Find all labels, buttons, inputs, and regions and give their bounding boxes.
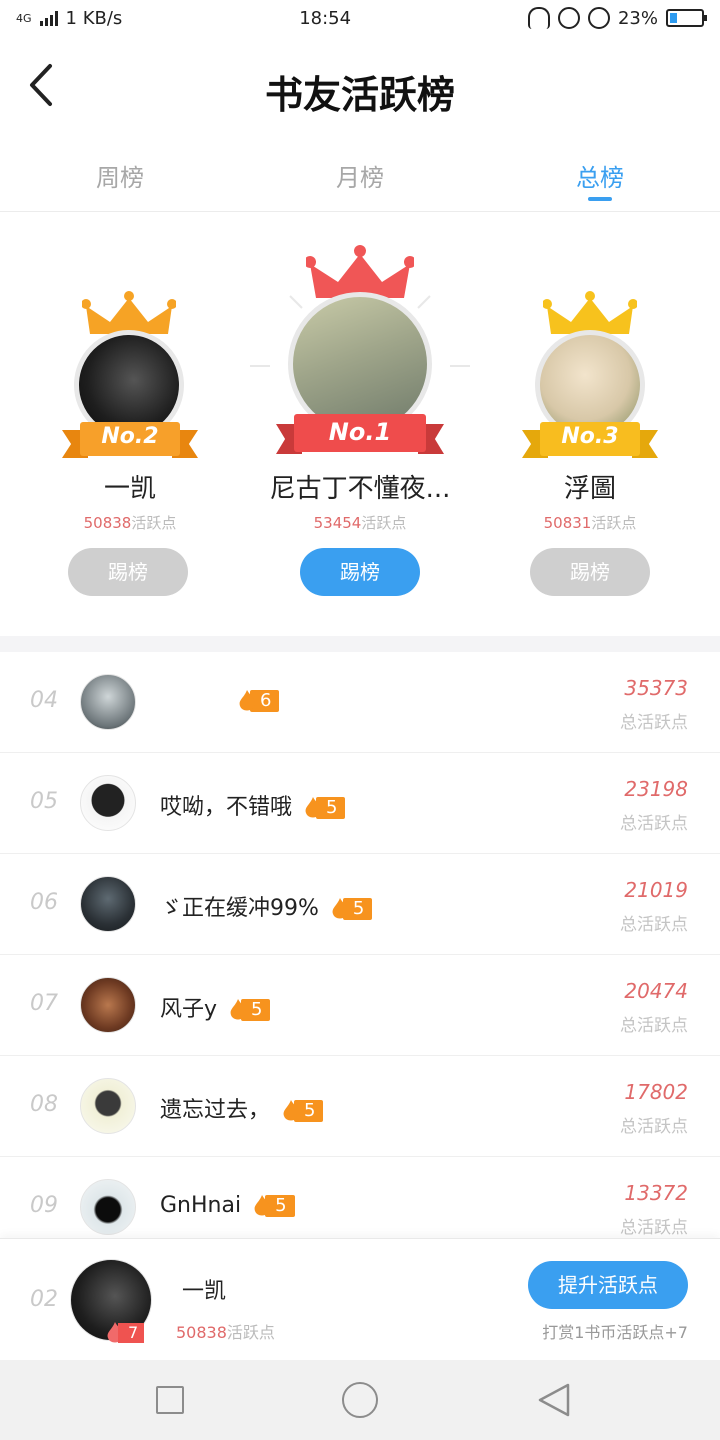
back-triangle-icon[interactable]: [536, 1382, 572, 1418]
list-item[interactable]: 07 风子y 5 20474 总活跃点: [0, 955, 720, 1056]
system-nav-bar: [0, 1360, 720, 1440]
tab-bar: 周榜 月榜 总榜: [0, 150, 720, 212]
podium-name: 一凯: [103, 474, 156, 504]
rank-index: 07: [30, 991, 58, 1016]
recents-button[interactable]: [156, 1386, 184, 1414]
rank-ribbon: No.1: [276, 414, 444, 454]
user-name: 哎呦，不错哦 5: [160, 789, 346, 821]
level-badge: 5: [302, 796, 346, 820]
network-speed: 1 KB/s: [65, 7, 123, 29]
my-points: 50838活跃点: [176, 1323, 275, 1342]
score: 20474: [624, 979, 688, 1003]
my-rank-bar: 02 7 一凯 50838活跃点 提升活跃点 打赏1书币活跃点+7: [0, 1238, 720, 1360]
rank-index: 05: [30, 789, 58, 814]
page: 4G 1 KB/s 18:54 23% 书友活跃榜 周榜 月榜 总榜 No.2 …: [0, 0, 720, 1440]
score-label: 总活跃点: [620, 1016, 688, 1036]
ranking-list: 04 6 35373 总活跃点 05 哎呦，不错哦 5 23198 总活跃点 06…: [0, 652, 720, 1258]
home-button[interactable]: [342, 1382, 378, 1418]
level-badge: 5: [280, 1099, 324, 1123]
flame-icon: [283, 1100, 299, 1121]
list-item[interactable]: 04 6 35373 总活跃点: [0, 652, 720, 753]
podium-name: 尼古丁不懂夜...: [269, 474, 451, 504]
avatar[interactable]: [80, 1078, 136, 1134]
score-label: 总活跃点: [620, 814, 688, 834]
boost-hint: 打赏1书币活跃点+7: [542, 1323, 688, 1342]
kick-button[interactable]: 踢榜: [530, 548, 650, 596]
user-name: 风子y 5: [160, 991, 271, 1023]
podium: No.2 一凯 50838活跃点 踢榜 No.1 尼古丁不懂夜... 53454…: [0, 214, 720, 634]
signal-icon: [39, 10, 58, 26]
podium-points: 53454活跃点: [313, 514, 407, 532]
rank-index: 09: [30, 1193, 58, 1218]
flame-icon: [305, 797, 321, 818]
level-badge: 6: [236, 689, 280, 713]
score-label: 总活跃点: [620, 915, 688, 935]
user-name: ゞ正在缓冲99% 5: [160, 890, 373, 922]
rank-index: 08: [30, 1092, 58, 1117]
level-badge: 5: [227, 998, 271, 1022]
score-label: 总活跃点: [620, 1117, 688, 1137]
flame-icon: [239, 690, 255, 711]
tab-active-indicator: [588, 197, 612, 201]
rank-index: 04: [30, 688, 58, 713]
flame-icon: [254, 1195, 270, 1216]
level-badge: 5: [329, 897, 373, 921]
page-title: 书友活跃榜: [264, 73, 455, 117]
score-label: 总活跃点: [620, 1218, 688, 1238]
user-name: 遗忘过去， 5: [160, 1092, 324, 1124]
alarm-icon: [587, 7, 610, 29]
rank-ribbon: No.3: [522, 422, 658, 458]
score: 23198: [624, 777, 688, 801]
avatar[interactable]: [80, 977, 136, 1033]
avatar[interactable]: [80, 674, 136, 730]
flame-icon: [332, 898, 348, 919]
tab-monthly[interactable]: 月榜: [240, 150, 480, 211]
score: 35373: [624, 676, 688, 700]
battery-percent: 23%: [617, 7, 658, 29]
user-name: 一凯: [182, 1279, 227, 1304]
kick-button[interactable]: 踢榜: [68, 548, 188, 596]
user-name: 6: [226, 688, 280, 713]
rank-index: 02: [30, 1287, 58, 1312]
status-bar: 4G 1 KB/s 18:54 23%: [0, 0, 720, 36]
boost-activity-button[interactable]: 提升活跃点: [528, 1261, 688, 1309]
score-label: 总活跃点: [620, 713, 688, 733]
avatar[interactable]: [80, 775, 136, 831]
clock: 18:54: [299, 7, 352, 29]
podium-points: 50831活跃点: [543, 514, 637, 532]
user-name: GnHnai 5: [160, 1193, 295, 1218]
flame-icon: [230, 999, 246, 1020]
score: 17802: [624, 1080, 688, 1104]
network-type: 4G: [16, 11, 32, 25]
rotation-lock-icon: [557, 7, 580, 29]
tab-weekly[interactable]: 周榜: [0, 150, 240, 211]
list-item[interactable]: 08 遗忘过去， 5 17802 总活跃点: [0, 1056, 720, 1157]
header: 书友活跃榜: [0, 40, 720, 130]
kick-button[interactable]: 踢榜: [300, 548, 420, 596]
list-item[interactable]: 06 ゞ正在缓冲99% 5 21019 总活跃点: [0, 854, 720, 955]
level-badge: 7: [104, 1321, 145, 1345]
rank-index: 06: [30, 890, 58, 915]
list-item[interactable]: 05 哎呦，不错哦 5 23198 总活跃点: [0, 753, 720, 854]
rank-ribbon: No.2: [62, 422, 198, 458]
avatar[interactable]: [80, 1179, 136, 1235]
score: 13372: [624, 1181, 688, 1205]
section-divider: [0, 636, 720, 652]
score: 21019: [624, 878, 688, 902]
headphones-icon: [527, 7, 550, 29]
avatar[interactable]: [80, 876, 136, 932]
podium-name: 浮圖: [563, 474, 616, 504]
level-badge: 5: [251, 1194, 295, 1218]
battery-icon: [665, 9, 707, 27]
tab-total[interactable]: 总榜: [480, 150, 720, 211]
podium-points: 50838活跃点: [83, 514, 177, 532]
